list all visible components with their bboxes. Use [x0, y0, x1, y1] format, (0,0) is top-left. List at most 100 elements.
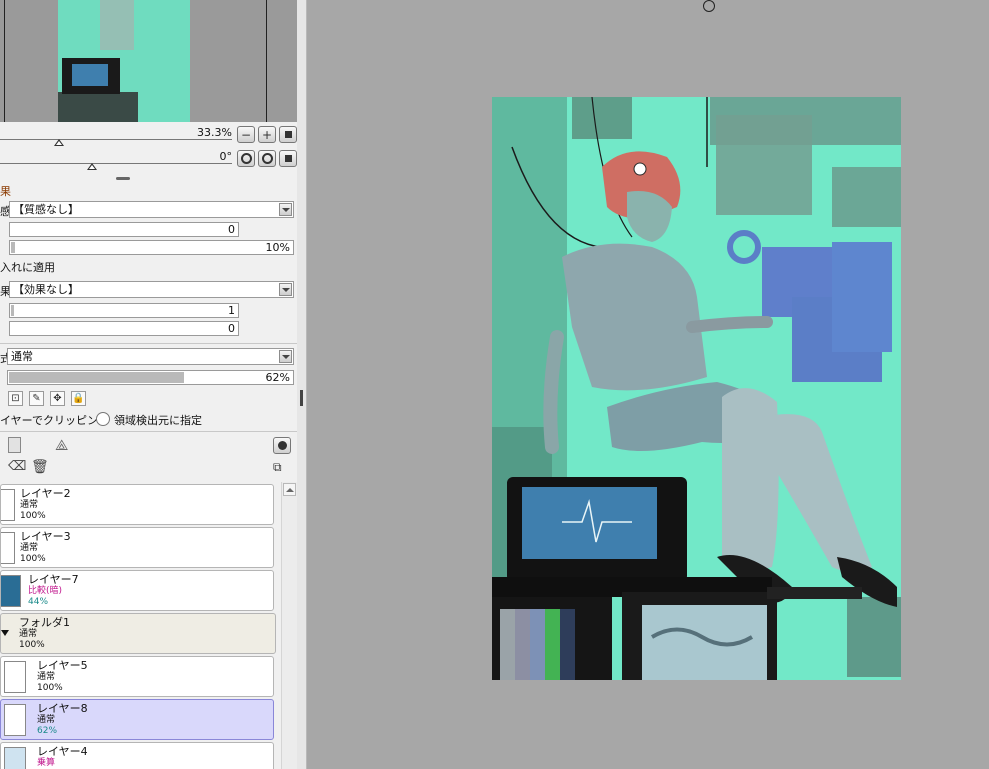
lock-icon[interactable]: 🔒 — [71, 391, 86, 406]
layer-item[interactable]: レイヤー4 乗算 — [0, 742, 274, 769]
layer-mode: 乗算 — [37, 758, 56, 768]
effect-strength-field[interactable]: 0 — [9, 321, 239, 336]
layer-thumbnail — [4, 704, 26, 736]
effect-select[interactable]: 【効果なし】 — [9, 281, 294, 298]
layer-item[interactable]: レイヤー5 通常 100% — [0, 656, 274, 697]
reset-square-icon — [284, 155, 292, 162]
rotate-right-button[interactable] — [258, 150, 276, 167]
brush-cursor-icon — [703, 0, 715, 12]
zoom-slider-knob[interactable] — [54, 139, 64, 146]
layer-name: レイヤー8 — [37, 702, 88, 715]
move-lock-icon[interactable]: ✥ — [50, 391, 65, 406]
panel-splitter-grip[interactable] — [116, 177, 130, 180]
layer-item[interactable]: レイヤー3 通常 100% — [0, 527, 274, 568]
rotation-slider-knob[interactable] — [87, 163, 97, 170]
texture-section-label: 果 — [0, 185, 11, 198]
texture-strength-value: 10% — [265, 241, 290, 254]
texture-select-value: 【質感なし】 — [13, 203, 79, 216]
zoom-slider[interactable] — [0, 139, 232, 140]
layer-item-selected[interactable]: レイヤー8 通常 62% — [0, 699, 274, 740]
layer-mode: 通常 — [20, 500, 39, 510]
layer-opacity: 44% — [28, 597, 49, 607]
folder-icon — [277, 441, 287, 450]
pen-lock-icon[interactable]: ✎ — [29, 391, 44, 406]
navigator-thumbnail — [58, 0, 190, 122]
layer-item[interactable]: レイヤー2 通常 100% — [0, 484, 274, 525]
blend-mode-select[interactable]: 通常 — [7, 348, 294, 365]
merge-down-icon[interactable]: ⧉ — [273, 459, 291, 476]
eraser-icon[interactable]: ⌫ — [8, 459, 26, 475]
effect-width-slider[interactable]: 1 — [9, 303, 239, 318]
layer-list-scrollbar[interactable] — [281, 482, 297, 769]
apply-checkbox-label[interactable]: 入れに適用 — [0, 259, 55, 275]
layer-thumbnail — [1, 575, 21, 607]
new-vector-layer-icon[interactable]: ⟁ — [55, 436, 75, 454]
layer-opacity: 100% — [20, 554, 46, 564]
effect-width-value: 1 — [228, 304, 235, 317]
layer-name: レイヤー5 — [37, 659, 88, 672]
rotate-left-button[interactable] — [237, 150, 255, 167]
protect-transparency-icon[interactable]: ⊡ — [8, 391, 23, 406]
layer-opacity: 100% — [19, 640, 45, 650]
layer-mode: 通常 — [37, 672, 56, 682]
reset-square-icon — [284, 131, 292, 138]
layer-mode: 通常 — [19, 629, 38, 639]
texture-strength-fill — [11, 242, 15, 253]
rotation-slider[interactable] — [0, 163, 232, 164]
folder-expand-icon[interactable] — [1, 630, 9, 636]
folder-item[interactable]: フォルダ1 通常 100% — [0, 613, 276, 654]
layer-name: レイヤー3 — [20, 530, 71, 543]
rotation-reset-button[interactable] — [279, 150, 297, 167]
effect-select-value: 【効果なし】 — [13, 283, 79, 296]
new-folder-button[interactable] — [273, 437, 291, 454]
layer-name: レイヤー2 — [20, 487, 71, 500]
layer-item[interactable]: レイヤー7 比較(暗) 44% — [0, 570, 274, 611]
chevron-down-icon — [279, 283, 292, 296]
zoom-out-button[interactable]: − — [237, 126, 255, 143]
rotate-left-icon — [240, 153, 252, 164]
section-divider — [0, 431, 297, 432]
opacity-value: 62% — [265, 371, 290, 384]
layer-thumbnail — [1, 489, 15, 521]
zoom-reset-button[interactable] — [279, 126, 297, 143]
layer-name: フォルダ1 — [19, 616, 70, 629]
blend-mode-value: 通常 — [11, 350, 33, 363]
layer-thumbnail — [4, 747, 26, 769]
opacity-fill — [9, 372, 184, 383]
texture-select[interactable]: 【質感なし】 — [9, 201, 294, 218]
region-source-radio[interactable] — [96, 412, 110, 426]
scroll-up-icon[interactable] — [283, 483, 296, 496]
region-source-label[interactable]: 領域検出元に指定 — [114, 412, 202, 428]
texture-amount-field[interactable]: 0 — [9, 222, 239, 237]
zoom-in-button[interactable]: + — [258, 126, 276, 143]
layer-opacity: 100% — [37, 683, 63, 693]
canvas-workspace[interactable] — [307, 0, 989, 769]
canvas-artwork[interactable] — [492, 97, 901, 680]
layer-mode: 通常 — [20, 543, 39, 553]
layer-thumbnail — [1, 532, 15, 564]
layer-name: レイヤー7 — [28, 573, 79, 586]
tool-panel: 33.3% − + 0° 果 感 【質感なし】 0 10% 入れに適用 果 【効… — [0, 0, 307, 769]
layer-mode: 比較(暗) — [28, 586, 63, 596]
section-divider — [0, 343, 297, 344]
layer-opacity: 62% — [37, 726, 58, 736]
layer-mode: 通常 — [37, 715, 56, 725]
layer-opacity: 100% — [20, 511, 46, 521]
opacity-slider[interactable]: 62% — [7, 370, 294, 385]
layer-thumbnail — [4, 661, 26, 693]
chevron-down-icon — [279, 350, 292, 363]
navigator-preview[interactable] — [0, 0, 297, 122]
panel-scrollbar-thumb[interactable] — [300, 390, 303, 406]
rotate-right-icon — [261, 153, 273, 164]
clipping-checkbox-label[interactable]: イヤーでクリッピング — [0, 412, 109, 428]
effect-width-fill — [11, 305, 14, 316]
rotation-value: 0° — [219, 150, 233, 163]
zoom-value: 33.3% — [197, 126, 232, 139]
texture-strength-slider[interactable]: 10% — [9, 240, 294, 255]
trash-icon[interactable]: 🗑 — [31, 458, 49, 476]
chevron-down-icon — [279, 203, 292, 216]
panel-scrollbar[interactable] — [297, 0, 306, 769]
artwork-illustration — [492, 97, 901, 680]
new-layer-icon[interactable] — [8, 437, 21, 453]
layer-name: レイヤー4 — [37, 745, 88, 758]
